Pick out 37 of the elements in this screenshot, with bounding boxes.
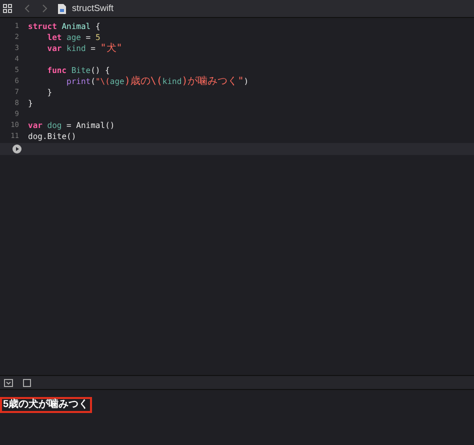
keyword-token: var [47,44,62,53]
string-token: )が噛みつく" [182,76,244,87]
code-text: ) [244,77,249,86]
grid-icon[interactable] [3,4,12,13]
identifier-token: Bite [71,66,91,75]
console-output: 5歳の犬が噛みつく [0,397,92,413]
keyword-token: var [28,121,42,130]
code-text: ( [90,77,96,86]
identifier-token: age [66,33,81,42]
identifier-token: kind [162,77,182,86]
run-icon[interactable] [12,144,22,154]
string-token: "犬" [100,43,122,54]
square-icon[interactable] [23,378,31,386]
type-token: Animal [62,22,91,31]
string-token: "\( [95,77,110,86]
code-text: () { [90,66,110,75]
code-text: } [47,88,52,97]
code-text: = [90,44,96,53]
keyword-token: func [47,66,67,75]
function-token: print [66,77,91,86]
forward-icon[interactable] [42,4,48,13]
identifier-token: age [110,77,124,86]
code-text: = Animal() [66,121,115,130]
keyword-token: struct [28,22,57,31]
code-text: = [84,33,92,42]
hide-console-icon[interactable] [4,378,13,386]
number-token: 5 [95,33,100,42]
keyword-token: let [47,33,62,42]
code-text: } [28,99,33,108]
string-token: )歳の\( [124,76,162,87]
identifier-token: kind [66,44,86,53]
identifier-token: dog [47,121,62,130]
code-text: dog.Bite() [28,132,76,141]
file-icon [58,4,66,14]
code-text: { [94,22,100,31]
back-icon[interactable] [24,4,30,13]
file-name[interactable]: structSwift [72,2,114,16]
